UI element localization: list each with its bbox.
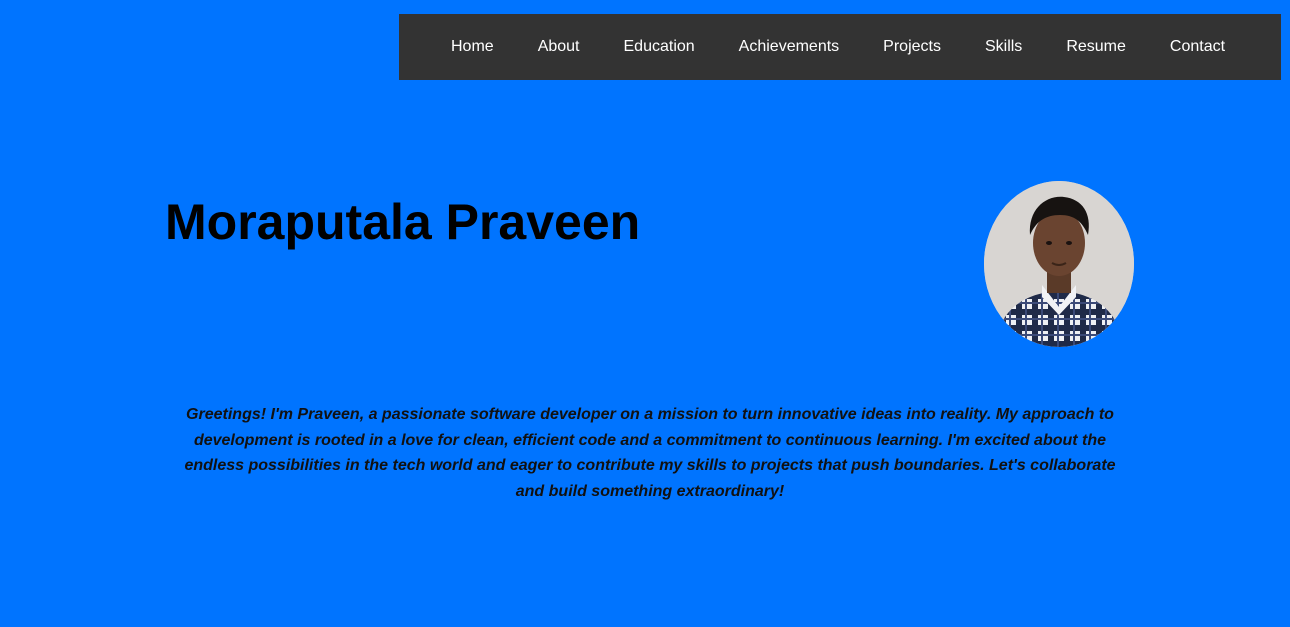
profile-photo bbox=[984, 181, 1134, 347]
navbar: Home About Education Achievements Projec… bbox=[399, 14, 1281, 80]
page: Home About Education Achievements Projec… bbox=[0, 0, 1290, 627]
nav-link-resume[interactable]: Resume bbox=[1066, 14, 1126, 80]
avatar bbox=[984, 181, 1134, 347]
nav-link-education[interactable]: Education bbox=[624, 14, 695, 80]
nav-link-contact[interactable]: Contact bbox=[1170, 14, 1225, 80]
nav-link-skills[interactable]: Skills bbox=[985, 14, 1022, 80]
nav-link-home[interactable]: Home bbox=[451, 14, 494, 80]
bio-text: Greetings! I'm Praveen, a passionate sof… bbox=[184, 406, 1116, 501]
nav-link-projects[interactable]: Projects bbox=[883, 14, 941, 80]
nav-link-about[interactable]: About bbox=[538, 14, 580, 80]
nav-link-achievements[interactable]: Achievements bbox=[739, 14, 840, 80]
hero-name: Moraputala Praveen bbox=[165, 194, 641, 250]
nav-list: Home About Education Achievements Projec… bbox=[399, 14, 1225, 80]
